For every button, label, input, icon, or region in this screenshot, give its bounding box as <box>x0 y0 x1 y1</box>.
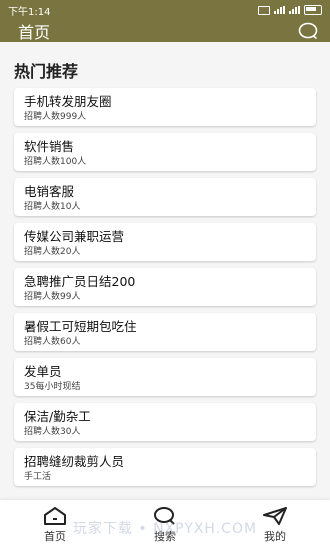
job-card[interactable]: 暑假工可短期包吃住 招聘人数60人 <box>14 313 316 351</box>
app-bar: 首页 <box>0 20 330 42</box>
job-title: 电销客服 <box>24 184 75 199</box>
job-title: 软件销售 <box>24 139 75 154</box>
wifi-icon <box>289 6 300 14</box>
job-title: 暑假工可短期包吃住 <box>24 319 137 334</box>
battery-icon <box>304 5 322 15</box>
home-icon <box>44 507 66 525</box>
tab-search-label: 搜索 <box>154 530 176 543</box>
tab-home[interactable]: 首页 <box>20 506 90 544</box>
status-time: 下午1:14 <box>8 6 51 18</box>
signal-icon <box>274 6 285 14</box>
job-card[interactable]: 招聘缝纫裁剪人员 手工活 <box>14 448 316 486</box>
job-title: 手机转发朋友圈 <box>24 94 112 109</box>
job-subtitle: 手工活 <box>24 472 52 482</box>
job-subtitle: 招聘人数10人 <box>24 202 81 212</box>
search-icon <box>154 507 175 525</box>
tab-mine-label: 我的 <box>264 530 286 543</box>
job-card[interactable]: 手机转发朋友圈 招聘人数999人 <box>14 88 316 126</box>
job-list: 手机转发朋友圈 招聘人数999人 软件销售 招聘人数100人 电销客服 招聘人数… <box>14 88 316 493</box>
job-card[interactable]: 软件销售 招聘人数100人 <box>14 133 316 171</box>
tab-search[interactable]: 搜索 <box>130 506 200 544</box>
job-subtitle: 招聘人数999人 <box>24 112 87 122</box>
status-bar: 下午1:14 <box>0 0 330 20</box>
job-title: 急聘推广员日结200 <box>24 274 136 289</box>
notification-icon <box>258 5 270 15</box>
job-subtitle: 招聘人数100人 <box>24 157 87 167</box>
job-title: 传媒公司兼职运营 <box>24 229 125 244</box>
status-icons <box>258 5 322 15</box>
job-title: 招聘缝纫裁剪人员 <box>24 454 125 469</box>
tab-home-label: 首页 <box>44 530 66 543</box>
job-card[interactable]: 急聘推广员日结200 招聘人数99人 <box>14 268 316 306</box>
job-subtitle: 35每小时现结 <box>24 382 81 392</box>
search-icon[interactable] <box>298 22 318 40</box>
page-title: 首页 <box>18 23 51 42</box>
send-icon <box>263 507 287 525</box>
job-title: 发单员 <box>24 364 62 379</box>
tab-mine[interactable]: 我的 <box>240 506 310 544</box>
job-card[interactable]: 保洁/勤杂工 招聘人数30人 <box>14 403 316 441</box>
bottom-tab-bar: 首页 搜索 我的 <box>0 500 330 550</box>
job-card[interactable]: 电销客服 招聘人数10人 <box>14 178 316 216</box>
job-title: 保洁/勤杂工 <box>24 409 91 424</box>
job-subtitle: 招聘人数20人 <box>24 247 81 257</box>
section-title: 热门推荐 <box>14 62 79 81</box>
job-subtitle: 招聘人数60人 <box>24 337 81 347</box>
job-subtitle: 招聘人数30人 <box>24 427 81 437</box>
job-subtitle: 招聘人数99人 <box>24 292 81 302</box>
job-card[interactable]: 发单员 35每小时现结 <box>14 358 316 396</box>
job-card[interactable]: 传媒公司兼职运营 招聘人数20人 <box>14 223 316 261</box>
